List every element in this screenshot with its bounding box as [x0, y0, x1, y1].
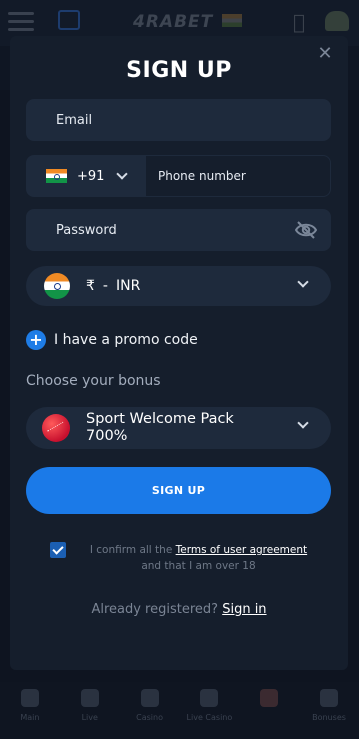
promo-icon: [260, 689, 279, 707]
already-text: Already registered?: [91, 602, 219, 617]
email-field[interactable]: Email: [26, 99, 331, 141]
apple-icon: : [293, 10, 305, 34]
live-icon: [80, 689, 99, 707]
signup-modal: ✕ SIGN UP Email +91 Phone number Passwor…: [10, 36, 348, 670]
promo-code-toggle[interactable]: + I have a promo code: [26, 330, 198, 350]
email-placeholder: Email: [56, 112, 93, 128]
signup-button[interactable]: SIGN UP: [26, 467, 331, 514]
password-field[interactable]: Password: [26, 209, 331, 251]
promo-label: I have a promo code: [54, 332, 198, 348]
password-placeholder: Password: [56, 222, 117, 238]
currency-select[interactable]: ₹ - INR: [26, 266, 331, 306]
choose-bonus-label: Choose your bonus: [26, 373, 161, 389]
background-icon: [58, 10, 80, 30]
phone-field-group: +91 Phone number: [26, 155, 331, 197]
phone-placeholder: Phone number: [158, 169, 246, 183]
india-flag-icon: [44, 273, 70, 299]
already-registered: Already registered? Sign in: [10, 602, 348, 617]
agreement-text: I confirm all the Terms of user agreemen…: [76, 542, 321, 574]
nav-item-main: Main: [0, 682, 60, 739]
nav-item-live: Live: [60, 682, 120, 739]
sign-in-link[interactable]: Sign in: [222, 602, 266, 617]
nav-item-bonuses: Bonuses: [299, 682, 359, 739]
nav-label: Bonuses: [312, 713, 346, 722]
currency-separator: -: [102, 278, 108, 294]
currency-code: INR: [115, 278, 141, 294]
country-code-select[interactable]: +91: [26, 155, 145, 197]
nav-label: Casino: [136, 713, 163, 722]
agreement-checkbox[interactable]: [50, 542, 66, 558]
confirm-prefix: I confirm all the: [89, 544, 173, 556]
phone-number-field[interactable]: Phone number: [145, 155, 331, 197]
currency-symbol: ₹: [86, 278, 95, 294]
brand-logo: 4RABET: [133, 12, 214, 32]
bottom-nav: Main Live Casino Live Casino Bonuses: [0, 682, 359, 739]
confirm-suffix: and that I am over 18: [141, 560, 256, 572]
terms-link[interactable]: Terms of user agreement: [176, 544, 308, 556]
live-casino-icon: [200, 689, 219, 707]
eye-off-icon[interactable]: [294, 220, 318, 240]
casino-icon: [140, 689, 159, 707]
android-icon: [325, 11, 349, 31]
menu-icon: [8, 12, 34, 31]
cricket-ball-icon: [42, 414, 70, 442]
nav-label: Live: [81, 713, 98, 722]
gift-icon: [320, 689, 339, 707]
dial-code: +91: [77, 168, 105, 184]
chevron-down-icon: [297, 417, 309, 429]
india-flag-icon: [46, 169, 67, 183]
nav-label: Main: [20, 713, 40, 722]
modal-title: SIGN UP: [126, 58, 232, 83]
bonus-select[interactable]: Sport Welcome Pack 700%: [26, 407, 331, 449]
nav-item-casino: Casino: [120, 682, 180, 739]
nav-label: Live Casino: [186, 713, 233, 722]
grid-icon: [20, 689, 39, 707]
language-flag-icon: [222, 14, 242, 27]
plus-icon: +: [26, 330, 46, 350]
nav-item-live-casino: Live Casino: [179, 682, 239, 739]
chevron-down-icon: [297, 276, 309, 288]
nav-item-highlight: [239, 682, 299, 739]
chevron-down-icon: [116, 168, 129, 180]
bonus-name: Sport Welcome Pack 700%: [86, 411, 234, 444]
